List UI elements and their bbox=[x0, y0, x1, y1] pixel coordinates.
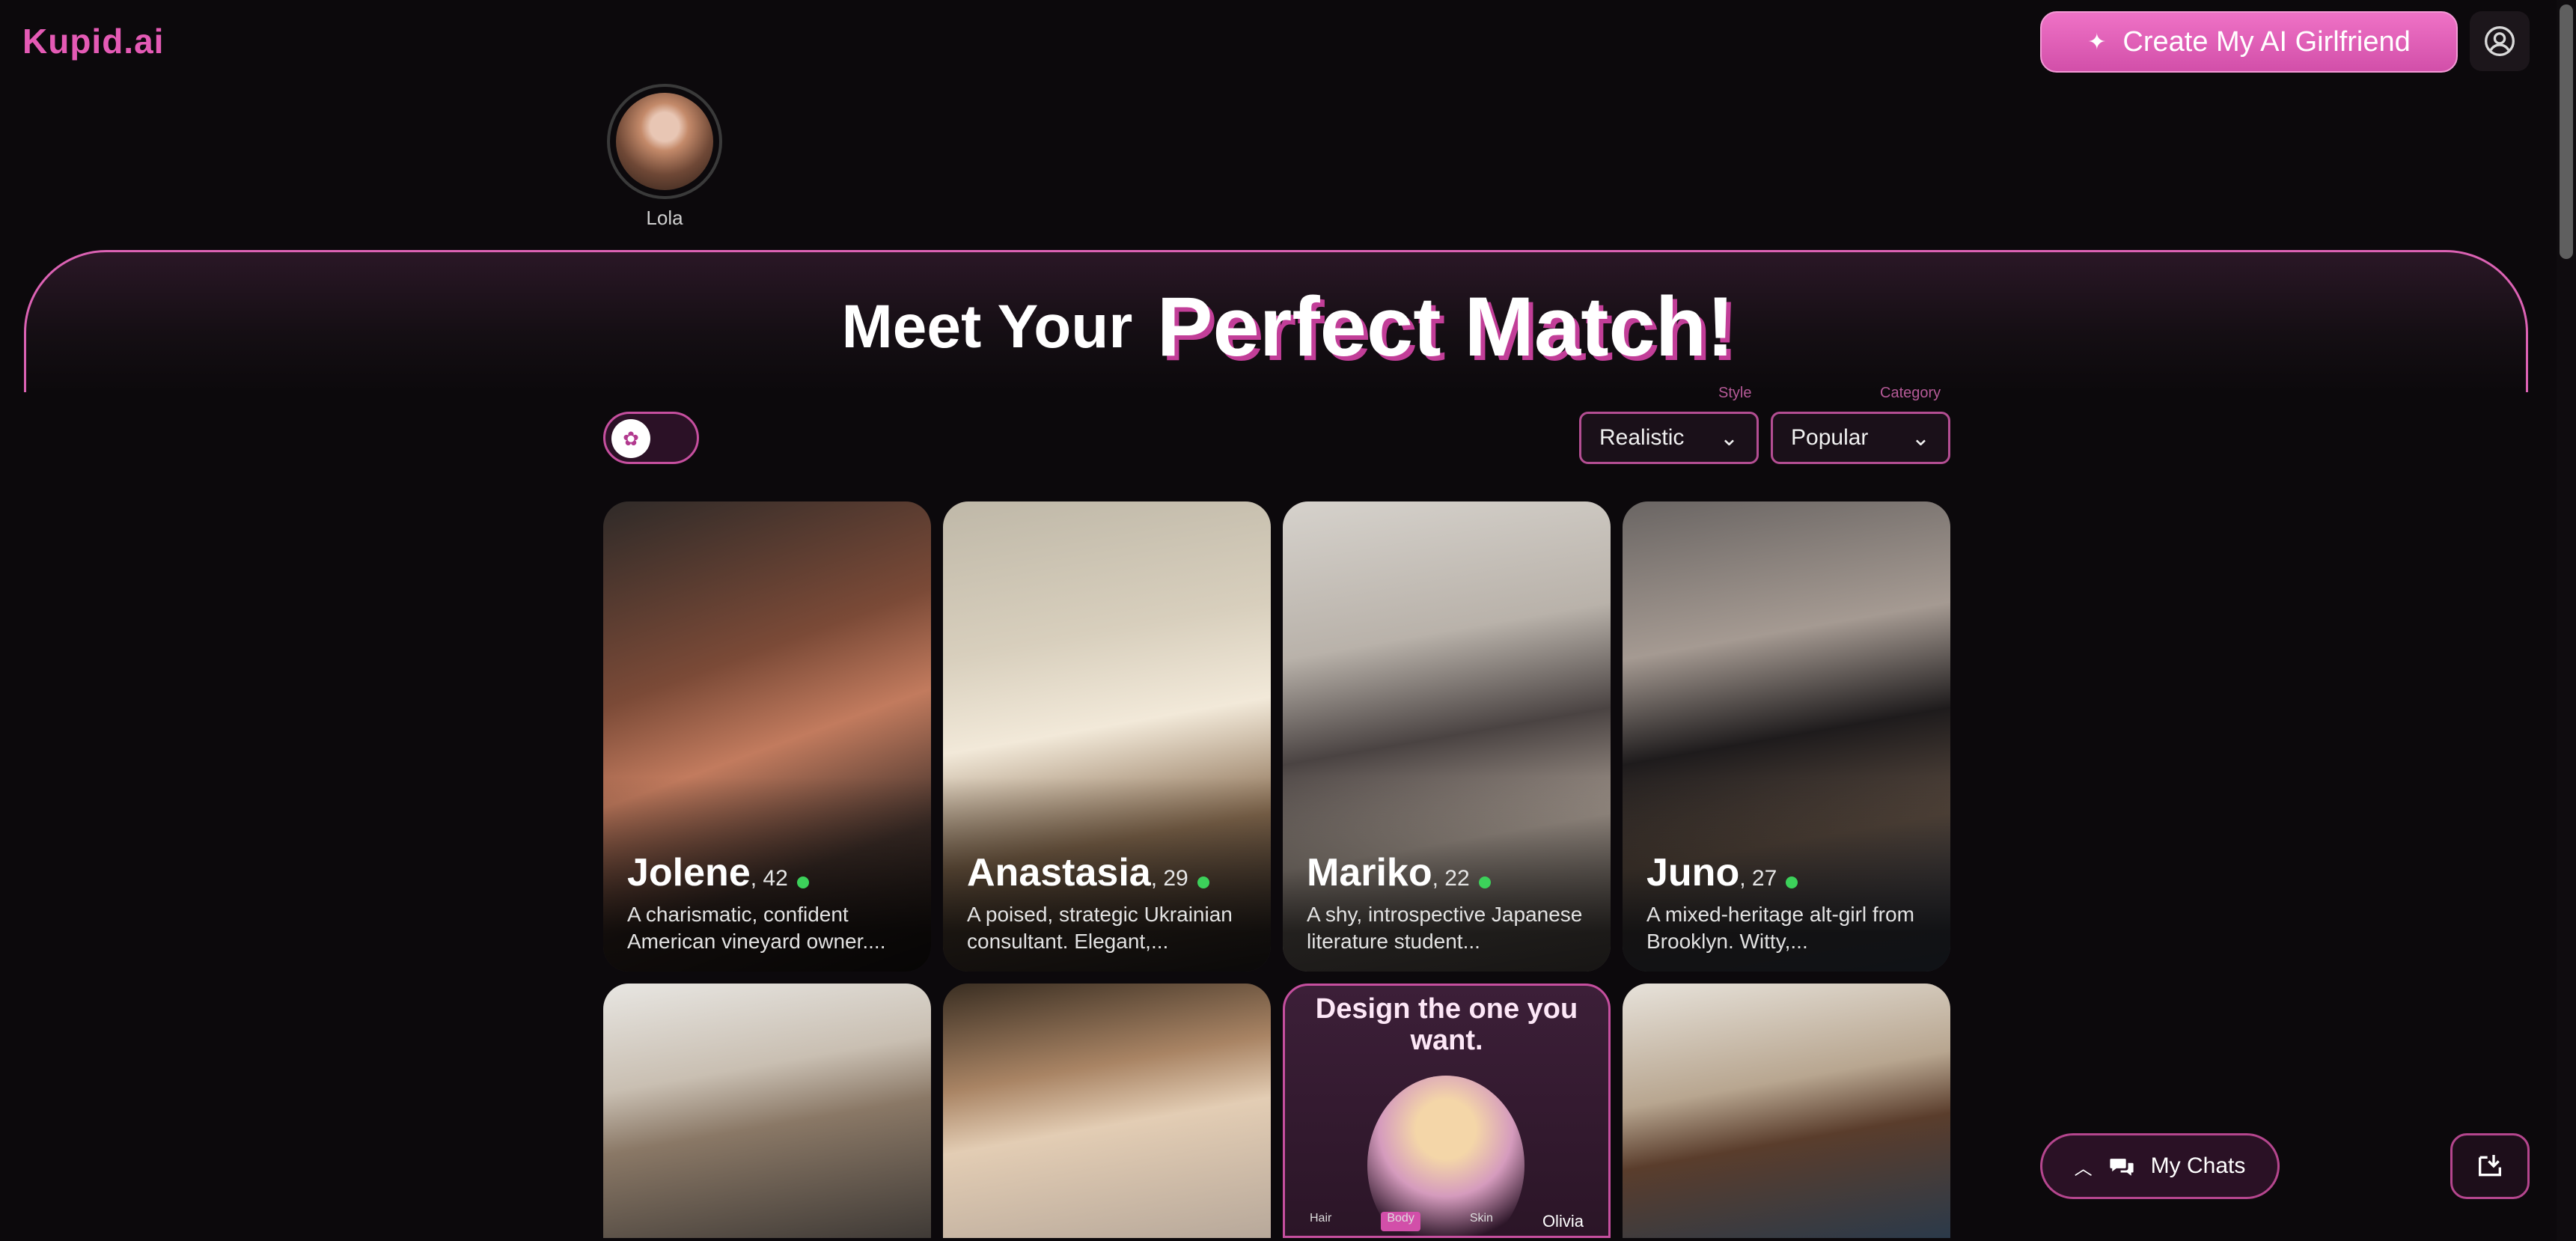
card-age: , 27 bbox=[1739, 866, 1777, 891]
title-line-1: Meet Your bbox=[841, 292, 1133, 361]
story-lola[interactable]: Lola bbox=[605, 84, 724, 230]
card-info: Anastasia, 29 A poised, strategic Ukrain… bbox=[967, 850, 1256, 955]
online-indicator bbox=[1478, 876, 1491, 888]
style-filter-label: Style bbox=[1718, 385, 1752, 401]
promo-title: Design the one you want. bbox=[1315, 993, 1578, 1056]
card-description: A poised, strategic Ukrainian consultant… bbox=[967, 903, 1233, 953]
card-age: , 22 bbox=[1432, 866, 1470, 891]
my-chats-button[interactable]: ︿ My Chats bbox=[2040, 1133, 2280, 1199]
promo-tags: Hair Body Skin Olivia bbox=[1285, 1212, 1608, 1231]
card-name: Juno bbox=[1646, 851, 1740, 894]
category-dropdown[interactable]: Popular ⌄ bbox=[1771, 412, 1950, 464]
card-description: A mixed-heritage alt-girl from Brooklyn.… bbox=[1646, 903, 1914, 953]
anime-toggle-icon: ✿ bbox=[611, 419, 650, 458]
online-indicator bbox=[1197, 876, 1209, 888]
card-info: Juno, 27 A mixed-heritage alt-girl from … bbox=[1646, 850, 1935, 955]
card-description: A charismatic, confident American vineya… bbox=[627, 903, 886, 953]
account-button[interactable] bbox=[2470, 11, 2530, 71]
character-card[interactable] bbox=[603, 984, 931, 1238]
card-name: Anastasia bbox=[967, 851, 1151, 894]
promo-tag: Hair bbox=[1310, 1212, 1332, 1225]
title-line-2: Perfect Match! bbox=[1156, 280, 1735, 373]
chevron-down-icon: ⌄ bbox=[1719, 425, 1739, 451]
chevron-down-icon: ⌄ bbox=[1911, 425, 1930, 451]
character-card[interactable]: Jolene, 42 A charismatic, confident Amer… bbox=[603, 501, 931, 972]
promo-tag: Skin bbox=[1469, 1212, 1493, 1225]
card-name: Mariko bbox=[1307, 851, 1432, 894]
category-filter-label: Category bbox=[1880, 385, 1941, 401]
promo-tag: Body bbox=[1381, 1212, 1420, 1231]
character-card[interactable]: Juno, 27 A mixed-heritage alt-girl from … bbox=[1623, 501, 1950, 972]
card-info: Jolene, 42 A charismatic, confident Amer… bbox=[627, 850, 916, 955]
category-dropdown-value: Popular bbox=[1791, 425, 1869, 450]
create-ai-girlfriend-button[interactable]: ✦ Create My AI Girlfriend bbox=[2040, 11, 2458, 73]
online-indicator bbox=[1786, 876, 1798, 888]
create-button-label: Create My AI Girlfriend bbox=[2122, 25, 2411, 58]
download-icon bbox=[2479, 1155, 2501, 1177]
style-dropdown-value: Realistic bbox=[1599, 425, 1685, 450]
user-icon bbox=[2485, 26, 2515, 56]
card-age: , 42 bbox=[750, 866, 788, 891]
card-description: A shy, introspective Japanese literature… bbox=[1307, 903, 1583, 953]
promo-name: Olivia bbox=[1542, 1212, 1584, 1231]
character-card[interactable] bbox=[943, 984, 1271, 1238]
page-title: Meet Your Perfect Match! bbox=[0, 278, 2576, 375]
card-info: Mariko, 22 A shy, introspective Japanese… bbox=[1307, 850, 1596, 955]
character-card[interactable] bbox=[1623, 984, 1950, 1238]
card-age: , 29 bbox=[1150, 866, 1188, 891]
character-card[interactable]: Mariko, 22 A shy, introspective Japanese… bbox=[1283, 501, 1611, 972]
story-avatar bbox=[616, 93, 713, 190]
character-card[interactable]: Anastasia, 29 A poised, strategic Ukrain… bbox=[943, 501, 1271, 972]
style-toggle[interactable]: ✿ bbox=[603, 412, 699, 464]
scrollbar-thumb[interactable] bbox=[2560, 4, 2573, 259]
install-app-button[interactable] bbox=[2450, 1133, 2530, 1199]
online-indicator bbox=[796, 876, 809, 888]
chat-bubbles-icon bbox=[2110, 1159, 2134, 1176]
story-name: Lola bbox=[646, 207, 683, 229]
story-avatar-ring bbox=[607, 84, 722, 199]
my-chats-label: My Chats bbox=[2150, 1153, 2246, 1178]
design-your-own-card[interactable]: Design the one you want. Hair Body Skin … bbox=[1283, 984, 1611, 1238]
card-name: Jolene bbox=[627, 851, 751, 894]
chevron-up-icon: ︿ bbox=[2074, 1158, 2093, 1179]
style-dropdown[interactable]: Realistic ⌄ bbox=[1579, 412, 1759, 464]
logo[interactable]: Kupid.ai bbox=[22, 21, 164, 61]
sparkle-icon: ✦ bbox=[2087, 29, 2107, 55]
scrollbar[interactable] bbox=[2557, 0, 2576, 1241]
